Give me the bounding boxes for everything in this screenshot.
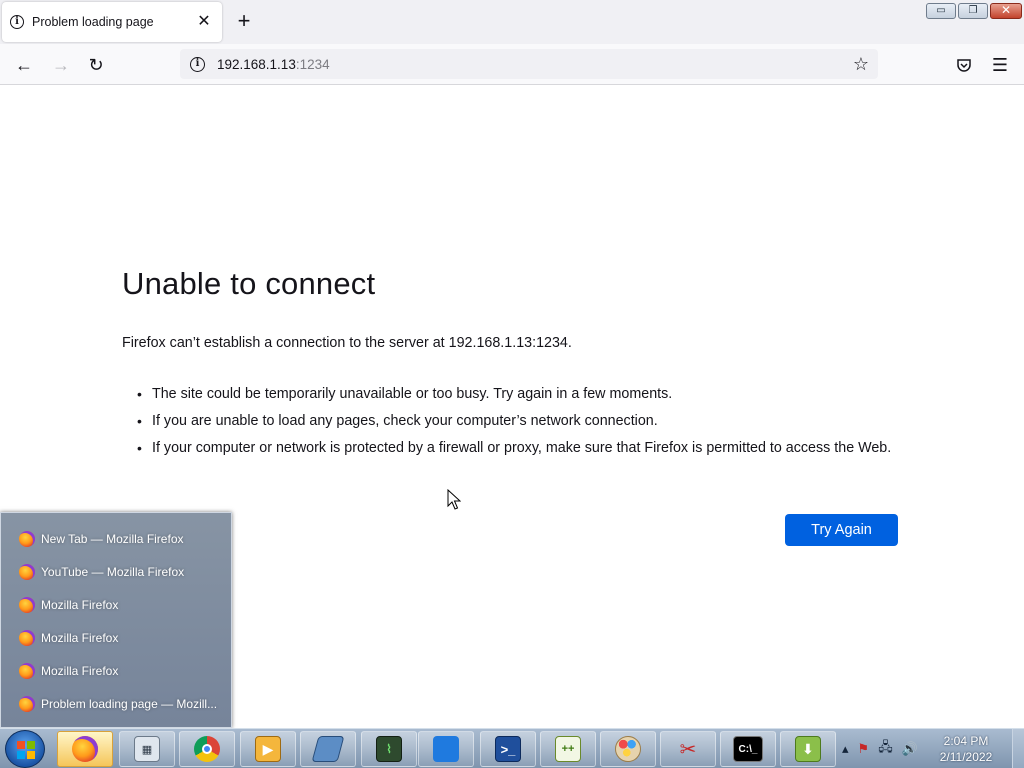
media-player-icon: ▶ xyxy=(255,736,281,762)
error-title: Unable to connect xyxy=(122,266,376,301)
command-prompt-icon: C:\_ xyxy=(733,736,763,762)
firefox-icon xyxy=(19,695,35,712)
clock-date: 2/11/2022 xyxy=(939,750,993,764)
tab-title: Problem loading page xyxy=(32,15,154,29)
mouse-cursor-icon xyxy=(447,489,461,510)
close-tab-icon[interactable]: ✕ xyxy=(194,12,214,32)
navigation-toolbar: ← → ↻ i 192.168.1.13:1234 ☆ ☰ xyxy=(0,44,1024,85)
taskbar-start-screen[interactable] xyxy=(418,731,474,767)
chrome-icon xyxy=(194,736,220,762)
firefox-icon xyxy=(19,662,35,679)
try-again-button[interactable]: Try Again xyxy=(785,514,898,546)
tab-strip: i Problem loading page ✕ + ▭ ❐ ✕ xyxy=(0,0,1024,44)
url-text[interactable]: 192.168.1.13:1234 xyxy=(217,57,330,72)
window-list-item[interactable]: Problem loading page — Mozill... xyxy=(1,687,231,720)
notepad-plus-plus-icon: ++ xyxy=(555,736,581,762)
system-clock[interactable]: 2:04 PM 2/11/2022 xyxy=(930,733,1002,765)
taskbar-powershell[interactable]: >_ xyxy=(480,731,536,767)
taskbar-paint[interactable] xyxy=(600,731,656,767)
url-port: :1234 xyxy=(295,56,330,72)
taskbar-firefox[interactable] xyxy=(57,731,113,767)
error-suggestions: The site could be temporarily unavailabl… xyxy=(134,384,904,465)
taskbar-notepad-plus-plus[interactable]: ++ xyxy=(540,731,596,767)
firefox-icon xyxy=(19,530,35,547)
suggestion-item: The site could be temporarily unavailabl… xyxy=(134,384,904,404)
powershell-icon: >_ xyxy=(495,736,521,762)
volume-icon[interactable]: 🔊 xyxy=(902,741,918,757)
firefox-icon xyxy=(19,629,35,646)
window-list-item[interactable]: Mozilla Firefox xyxy=(1,621,231,654)
show-desktop-button[interactable] xyxy=(1012,729,1024,768)
minimize-button[interactable]: ▭ xyxy=(926,3,956,19)
storage-icon xyxy=(311,736,345,762)
forward-button[interactable]: → xyxy=(48,52,74,78)
taskbar-media-player[interactable]: ▶ xyxy=(240,731,296,767)
action-center-flag-icon[interactable]: ⚑ xyxy=(858,741,870,757)
windows-taskbar: ▦ ▶ ⌇ >_ ++ ✂ C:\_ ⬇ ▴ ⚑ 🖧 🔊 2:04 PM 2/1… xyxy=(0,728,1024,768)
new-tab-button[interactable]: + xyxy=(232,10,256,34)
info-icon: i xyxy=(10,15,24,29)
taskbar-task-manager[interactable]: ⌇ xyxy=(361,731,417,767)
windows-start-screen-icon xyxy=(433,736,459,762)
firefox-icon xyxy=(72,736,98,762)
windows-logo-icon xyxy=(17,741,35,759)
firefox-window-list-popup: New Tab — Mozilla Firefox YouTube — Mozi… xyxy=(0,512,232,728)
menu-icon[interactable]: ☰ xyxy=(987,52,1013,78)
network-icon[interactable]: 🖧 xyxy=(878,738,893,760)
taskbar-snipping-tool[interactable]: ✂ xyxy=(660,731,716,767)
task-manager-icon: ⌇ xyxy=(376,736,402,762)
suggestion-item: If you are unable to load any pages, che… xyxy=(134,411,904,431)
taskbar-storage[interactable] xyxy=(300,731,356,767)
clock-time: 2:04 PM xyxy=(943,734,989,748)
suggestion-item: If your computer or network is protected… xyxy=(134,438,904,458)
installer-icon: ⬇ xyxy=(795,736,821,762)
error-description: Firefox can’t establish a connection to … xyxy=(122,335,572,351)
restore-button[interactable]: ❐ xyxy=(958,3,988,19)
calculator-icon: ▦ xyxy=(134,736,160,762)
taskbar-chrome[interactable] xyxy=(179,731,235,767)
paint-icon xyxy=(615,736,641,762)
window-list-item[interactable]: New Tab — Mozilla Firefox xyxy=(1,522,231,555)
taskbar-calculator[interactable]: ▦ xyxy=(119,731,175,767)
site-info-icon[interactable]: i xyxy=(190,56,205,72)
bookmark-star-icon[interactable]: ☆ xyxy=(848,51,874,77)
taskbar-command-prompt[interactable]: C:\_ xyxy=(720,731,776,767)
window-list-item[interactable]: Mozilla Firefox xyxy=(1,654,231,687)
window-list-item[interactable]: YouTube — Mozilla Firefox xyxy=(1,555,231,588)
url-host: 192.168.1.13 xyxy=(217,56,296,72)
firefox-icon xyxy=(19,596,35,613)
system-tray: ▴ ⚑ 🖧 🔊 xyxy=(842,735,918,763)
show-hidden-icons-icon[interactable]: ▴ xyxy=(842,741,849,757)
reload-button[interactable]: ↻ xyxy=(83,52,109,78)
snipping-tool-icon: ✂ xyxy=(679,738,697,761)
close-window-button[interactable]: ✕ xyxy=(990,3,1022,19)
taskbar-installer[interactable]: ⬇ xyxy=(780,731,836,767)
tab-problem-loading-page[interactable]: i Problem loading page ✕ xyxy=(2,2,222,42)
window-list-item[interactable]: Mozilla Firefox xyxy=(1,588,231,621)
back-button[interactable]: ← xyxy=(11,52,37,78)
url-bar[interactable]: i 192.168.1.13:1234 ☆ xyxy=(180,49,878,79)
pocket-icon[interactable] xyxy=(951,52,977,78)
firefox-icon xyxy=(19,563,35,580)
start-button[interactable] xyxy=(5,730,45,768)
